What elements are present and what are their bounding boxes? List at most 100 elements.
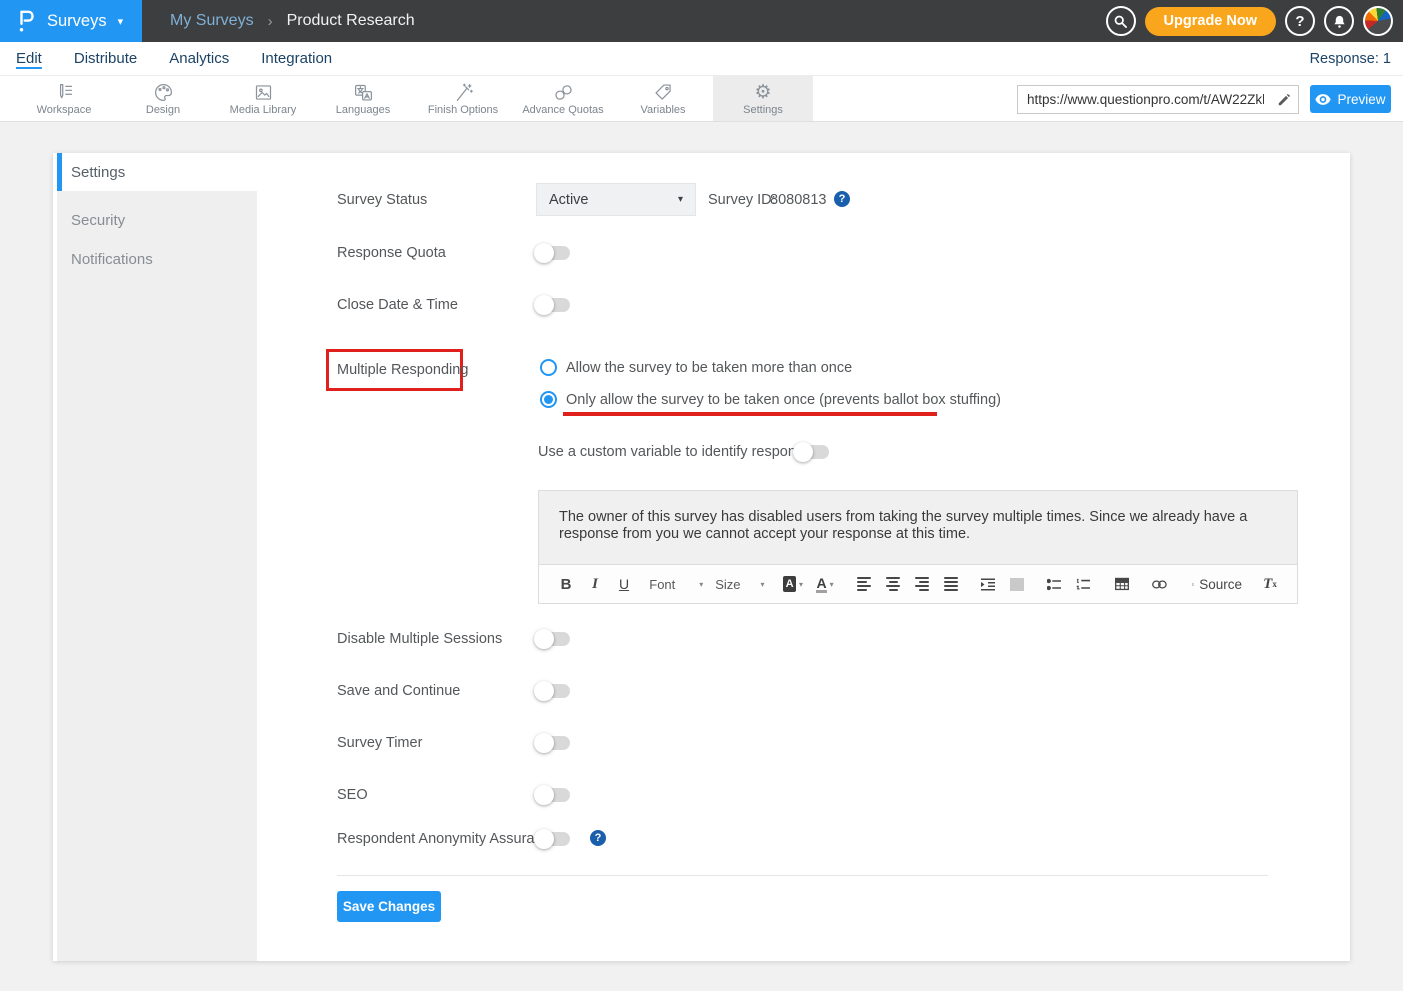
sidebar-item-settings[interactable]: Settings (57, 153, 257, 191)
settings-panel: Settings Security Notifications Survey S… (53, 153, 1350, 961)
toolbar-design[interactable]: Design (113, 76, 213, 121)
highlight-color-icon: A (783, 576, 796, 592)
save-changes-button[interactable]: Save Changes (337, 891, 441, 922)
numbered-list-icon (1076, 578, 1090, 591)
custom-variable-label: Use a custom variable to identify respon… (538, 444, 818, 460)
survey-url-field (1017, 85, 1299, 114)
source-button[interactable]: Source (1192, 572, 1242, 596)
radio-option-multiple-allowed[interactable]: Allow the survey to be taken more than o… (540, 359, 852, 376)
toolbar-settings[interactable]: ⚙ Settings (713, 76, 813, 121)
search-button[interactable] (1106, 6, 1136, 36)
survey-status-dropdown[interactable]: Active ▾ (536, 183, 696, 216)
toolbar-advance-quotas[interactable]: Advance Quotas (513, 76, 613, 121)
chevron-down-icon: ▾ (830, 580, 834, 589)
table-icon (1115, 577, 1129, 591)
upgrade-now-button[interactable]: Upgrade Now (1145, 7, 1276, 36)
seo-toggle[interactable] (536, 788, 570, 802)
product-switcher[interactable]: Surveys ▾ (0, 0, 142, 42)
disable-sessions-toggle[interactable] (536, 632, 570, 646)
italic-button[interactable]: I (588, 572, 602, 596)
chevron-down-icon: ▾ (118, 15, 124, 28)
save-continue-toggle[interactable] (536, 684, 570, 698)
editor-message-area[interactable]: The owner of this survey has disabled us… (539, 491, 1297, 564)
bullet-list-button[interactable] (1047, 572, 1061, 596)
search-icon (1113, 14, 1128, 29)
editor-toolbar: B I U Font▾ Size▾ A▾ A▾ (539, 564, 1297, 603)
increase-indent-button[interactable] (981, 572, 995, 596)
preview-button[interactable]: Preview (1310, 85, 1391, 113)
decrease-indent-button[interactable] (1010, 572, 1024, 596)
design-icon (153, 82, 174, 103)
indent-icon (981, 578, 995, 591)
toolbar-variables[interactable]: Variables (613, 76, 713, 121)
eye-icon (1315, 94, 1331, 105)
survey-id-value: 8080813 (770, 192, 826, 208)
tab-edit[interactable]: Edit (16, 50, 42, 68)
survey-id-help-icon[interactable]: ? (834, 191, 850, 207)
bullet-list-icon (1047, 578, 1061, 591)
variables-icon (653, 82, 674, 103)
toolbar-finish-options[interactable]: Finish Options (413, 76, 513, 121)
help-button[interactable]: ? (1285, 6, 1315, 36)
survey-nav: Edit Distribute Analytics Integration Re… (0, 42, 1403, 76)
languages-icon (353, 82, 374, 103)
toolbar-languages[interactable]: Languages (313, 76, 413, 121)
anonymity-help-icon[interactable]: ? (590, 830, 606, 846)
radio-selected-icon[interactable] (540, 391, 557, 408)
align-center-button[interactable] (886, 572, 900, 596)
notifications-button[interactable] (1324, 6, 1354, 36)
custom-variable-toggle[interactable] (795, 445, 829, 459)
annotation-red-underline (563, 412, 937, 416)
user-avatar[interactable] (1363, 6, 1393, 36)
anonymity-toggle[interactable] (536, 832, 570, 846)
close-date-label: Close Date & Time (337, 297, 458, 313)
survey-url-input[interactable] (1018, 86, 1270, 113)
edit-url-button[interactable] (1270, 86, 1298, 113)
close-date-toggle[interactable] (536, 298, 570, 312)
justify-button[interactable] (944, 572, 958, 596)
header-actions: Upgrade Now ? (1106, 0, 1393, 42)
pencil-icon (1277, 93, 1291, 107)
tab-distribute[interactable]: Distribute (74, 50, 137, 68)
survey-status-label: Survey Status (337, 192, 427, 208)
survey-tabs: Edit Distribute Analytics Integration (0, 50, 332, 68)
align-right-button[interactable] (915, 572, 929, 596)
text-color-button[interactable]: A▾ (818, 572, 832, 596)
ballot-message-editor: The owner of this survey has disabled us… (538, 490, 1298, 604)
table-button[interactable] (1115, 572, 1129, 596)
font-dropdown[interactable]: Font▾ (654, 572, 699, 596)
outdent-icon (1010, 578, 1024, 591)
survey-timer-toggle[interactable] (536, 736, 570, 750)
tab-analytics[interactable]: Analytics (169, 50, 229, 68)
sidebar-item-notifications[interactable]: Notifications (57, 240, 257, 279)
align-center-icon (886, 577, 900, 591)
sidebar-item-security[interactable]: Security (57, 201, 257, 240)
response-count[interactable]: Response: 1 (1310, 51, 1391, 67)
align-right-icon (915, 577, 929, 591)
remove-format-button[interactable]: Tx (1263, 572, 1277, 596)
tab-integration[interactable]: Integration (261, 50, 332, 68)
breadcrumb: My Surveys › Product Research (142, 12, 415, 30)
underline-button[interactable]: U (617, 572, 631, 596)
background-color-button[interactable]: A▾ (783, 572, 803, 596)
response-quota-toggle[interactable] (536, 246, 570, 260)
numbered-list-button[interactable] (1076, 572, 1090, 596)
radio-unselected-icon[interactable] (540, 359, 557, 376)
link-icon (1152, 579, 1167, 590)
chevron-down-icon: ▾ (678, 194, 683, 205)
toolbar-media-library[interactable]: Media Library (213, 76, 313, 121)
toolbar-workspace[interactable]: Workspace (14, 76, 114, 121)
product-name: Surveys (47, 12, 107, 31)
radio-option-only-once[interactable]: Only allow the survey to be taken once (… (540, 391, 1001, 408)
link-button[interactable] (1152, 572, 1167, 596)
questionpro-logo-icon (16, 7, 38, 35)
multiple-responding-label: Multiple Responding (337, 362, 468, 378)
bold-button[interactable]: B (559, 572, 573, 596)
question-icon: ? (1295, 13, 1304, 30)
bell-icon (1332, 14, 1347, 29)
align-left-button[interactable] (857, 572, 871, 596)
size-dropdown[interactable]: Size▾ (720, 572, 761, 596)
anonymity-label: Respondent Anonymity Assurance (337, 831, 558, 847)
breadcrumb-my-surveys[interactable]: My Surveys (170, 12, 254, 30)
text-color-icon: A (816, 576, 826, 593)
